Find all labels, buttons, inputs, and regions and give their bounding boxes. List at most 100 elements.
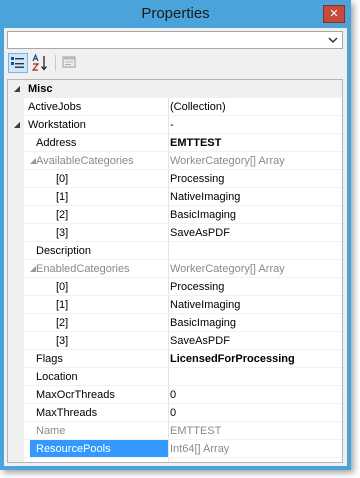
- property-row-maxocrthreads[interactable]: MaxOcrThreads 0: [8, 386, 342, 404]
- row-gutter: [8, 422, 24, 440]
- property-row-location[interactable]: Location: [8, 368, 342, 386]
- property-name: [3]: [56, 335, 69, 347]
- property-value[interactable]: LicensedForProcessing: [170, 350, 340, 368]
- property-name: [3]: [56, 227, 69, 239]
- row-gutter: [8, 458, 24, 462]
- property-grid: ◢ Misc ActiveJobs (Collection) ◢ Workstation -…: [7, 79, 343, 463]
- close-icon: ✕: [329, 7, 339, 20]
- property-value[interactable]: Processing: [170, 278, 340, 296]
- grid-category-misc[interactable]: ◢ Misc: [8, 80, 342, 98]
- row-gutter: [8, 368, 24, 386]
- property-row-workgroup[interactable]: Workgroup 0: [8, 458, 342, 462]
- property-value[interactable]: SaveAsPDF: [170, 332, 340, 350]
- property-row-description[interactable]: Description: [8, 242, 342, 260]
- property-value[interactable]: 0: [170, 458, 340, 462]
- property-value[interactable]: WorkerCategory[] Array: [170, 260, 340, 278]
- categorized-button[interactable]: [8, 53, 28, 73]
- row-gutter: [8, 242, 24, 260]
- row-gutter: [8, 332, 24, 350]
- toolbar-separator: [55, 55, 56, 71]
- property-value[interactable]: Int64[] Array: [170, 440, 340, 458]
- row-gutter: [8, 188, 24, 206]
- property-name: [0]: [56, 173, 69, 185]
- property-row-enabled-3[interactable]: [3] SaveAsPDF: [8, 332, 342, 350]
- row-gutter: [8, 314, 24, 332]
- row-gutter: [8, 98, 24, 116]
- property-name: MaxThreads: [36, 407, 98, 419]
- properties-window: Properties ✕ ◢ Misc ActiveJobs (Collecti…: [0, 0, 351, 470]
- property-name: MaxOcrThreads: [36, 389, 115, 401]
- object-selector-dropdown[interactable]: [7, 31, 343, 49]
- property-row-avail-3[interactable]: [3] SaveAsPDF: [8, 224, 342, 242]
- property-value[interactable]: EMTTEST: [170, 134, 340, 152]
- property-value[interactable]: [170, 368, 340, 386]
- property-row-resourcepools[interactable]: ResourcePools Int64[] Array: [8, 440, 342, 458]
- expand-collapse-icon[interactable]: ◢: [12, 119, 22, 131]
- row-gutter: [8, 278, 24, 296]
- property-name: [2]: [56, 209, 69, 221]
- chevron-down-icon[interactable]: [326, 33, 340, 47]
- property-row-flags[interactable]: Flags LicensedForProcessing: [8, 350, 342, 368]
- alphabetical-icon: [31, 53, 47, 71]
- window-title: Properties: [141, 5, 210, 22]
- property-name: ActiveJobs: [28, 101, 82, 113]
- property-row-workstation[interactable]: ◢ Workstation -: [8, 116, 342, 134]
- expand-collapse-icon[interactable]: ◢: [12, 83, 22, 95]
- categorized-icon: [11, 57, 24, 68]
- property-value[interactable]: WorkerCategory[] Array: [170, 152, 340, 170]
- property-name: Workgroup: [36, 458, 166, 462]
- property-pages-button[interactable]: [60, 53, 80, 73]
- row-gutter: [8, 134, 24, 152]
- property-value[interactable]: NativeImaging: [170, 188, 340, 206]
- row-gutter: [8, 440, 24, 458]
- property-name: EnabledCategories: [36, 263, 130, 275]
- property-row-enabled-2[interactable]: [2] BasicImaging: [8, 314, 342, 332]
- toolbar: [4, 51, 347, 77]
- property-name: Location: [36, 371, 78, 383]
- row-gutter: [8, 206, 24, 224]
- property-pages-icon: [62, 56, 76, 68]
- property-name: Description: [36, 245, 92, 257]
- row-gutter: [8, 80, 342, 98]
- property-value[interactable]: SaveAsPDF: [170, 224, 340, 242]
- property-value[interactable]: 0: [170, 386, 340, 404]
- property-name: Flags: [36, 353, 63, 365]
- property-row-name[interactable]: Name EMTTEST: [8, 422, 342, 440]
- close-button[interactable]: ✕: [323, 5, 345, 23]
- property-row-maxthreads[interactable]: MaxThreads 0: [8, 404, 342, 422]
- property-name: [0]: [56, 281, 69, 293]
- property-name: Name: [36, 425, 66, 437]
- property-value[interactable]: (Collection): [170, 98, 340, 116]
- property-value[interactable]: EMTTEST: [170, 422, 340, 440]
- property-name: Misc: [28, 83, 53, 95]
- row-gutter: [8, 404, 24, 422]
- property-value[interactable]: BasicImaging: [170, 206, 340, 224]
- property-value[interactable]: BasicImaging: [170, 314, 340, 332]
- property-name: [1]: [56, 299, 69, 311]
- property-name: Address: [36, 137, 77, 149]
- property-row-enabled-0[interactable]: [0] Processing: [8, 278, 342, 296]
- title-bar[interactable]: Properties ✕: [0, 0, 351, 28]
- property-row-availablecategories[interactable]: ◢ AvailableCategories WorkerCategory[] Arr…: [8, 152, 342, 170]
- property-value[interactable]: 0: [170, 404, 340, 422]
- property-value[interactable]: NativeImaging: [170, 296, 340, 314]
- property-name: AvailableCategories: [36, 155, 134, 167]
- property-row-enabled-1[interactable]: [1] NativeImaging: [8, 296, 342, 314]
- property-row-activejobs[interactable]: ActiveJobs (Collection): [8, 98, 342, 116]
- property-value[interactable]: Processing: [170, 170, 340, 188]
- property-row-avail-1[interactable]: [1] NativeImaging: [8, 188, 342, 206]
- property-row-avail-0[interactable]: [0] Processing: [8, 170, 342, 188]
- property-name: [2]: [56, 317, 69, 329]
- row-gutter: [8, 260, 24, 278]
- property-value[interactable]: -: [170, 116, 340, 134]
- property-row-avail-2[interactable]: [2] BasicImaging: [8, 206, 342, 224]
- alphabetical-button[interactable]: [31, 53, 51, 73]
- property-row-enabledcategories[interactable]: ◢ EnabledCategories WorkerCategory[] Array: [8, 260, 342, 278]
- property-name: ResourcePools: [30, 440, 168, 458]
- property-value[interactable]: [170, 242, 340, 260]
- properties-panel: ◢ Misc ActiveJobs (Collection) ◢ Workstation -…: [4, 28, 347, 466]
- property-name: [1]: [56, 191, 69, 203]
- row-gutter: [8, 296, 24, 314]
- property-row-address[interactable]: Address EMTTEST: [8, 134, 342, 152]
- property-name: Workstation: [28, 119, 86, 131]
